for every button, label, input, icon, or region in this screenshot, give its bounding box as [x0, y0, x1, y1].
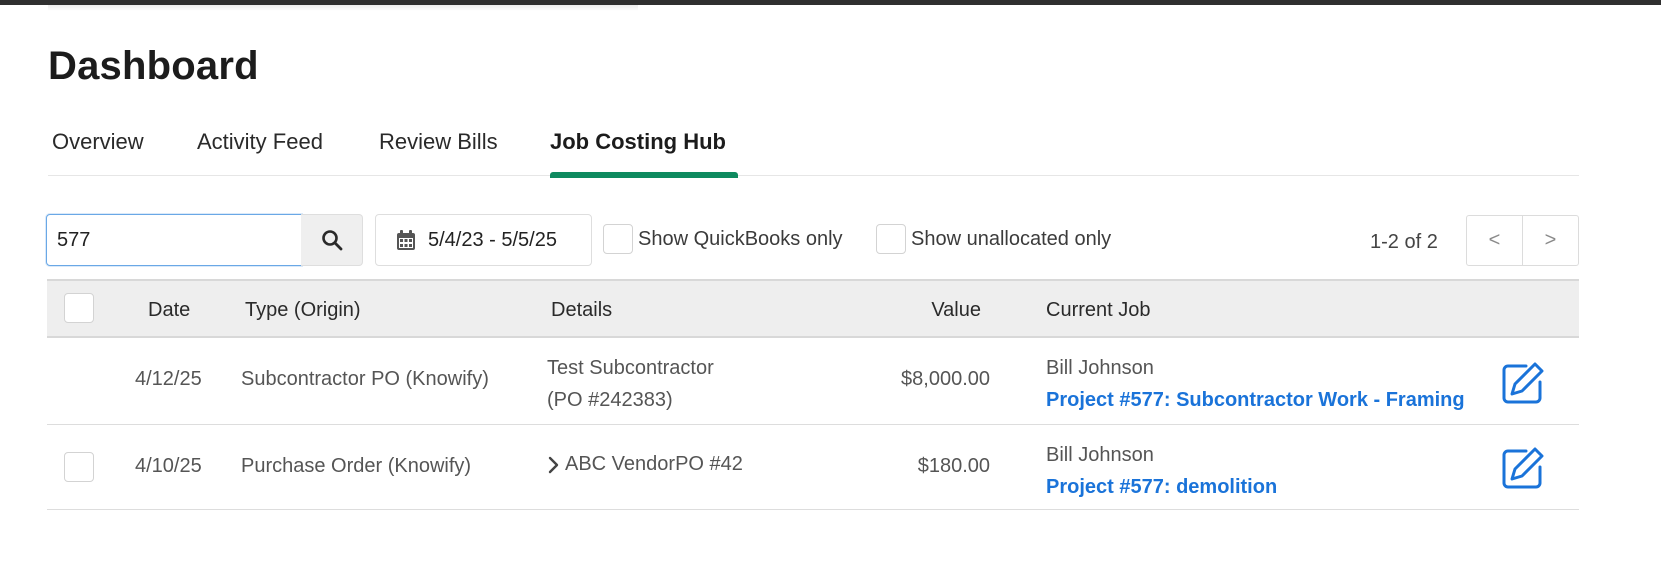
edit-job-button[interactable]: [1498, 358, 1548, 408]
row-value: $180.00: [917, 455, 990, 477]
row-details[interactable]: ABC VendorPO #42: [547, 453, 743, 476]
column-header-value[interactable]: Value: [931, 299, 981, 322]
row-job-client: Bill Johnson: [1046, 444, 1154, 466]
previous-page-button[interactable]: <: [1466, 215, 1523, 266]
table-row: 4/10/25 Purchase Order (Knowify) ABC Ven…: [47, 425, 1579, 510]
row-current-job: Bill Johnson Project #577: Subcontractor…: [1046, 352, 1465, 416]
tab-review-bills[interactable]: Review Bills: [379, 129, 498, 175]
tab-activity-feed[interactable]: Activity Feed: [197, 129, 323, 175]
show-quickbooks-toggle[interactable]: Show QuickBooks only: [603, 222, 843, 256]
calendar-icon: [397, 230, 415, 250]
date-range-button[interactable]: 5/4/23 - 5/5/25: [375, 214, 592, 266]
row-job-client: Bill Johnson: [1046, 357, 1154, 379]
next-page-button[interactable]: >: [1522, 215, 1579, 266]
row-details-name: ABC VendorPO #42: [565, 453, 743, 475]
column-header-date[interactable]: Date: [148, 299, 190, 322]
search-icon: [321, 230, 342, 251]
select-all-checkbox[interactable]: [64, 293, 94, 323]
tab-job-costing-hub[interactable]: Job Costing Hub: [550, 129, 738, 178]
page-title: Dashboard: [48, 44, 259, 88]
edit-icon: [1502, 362, 1544, 404]
row-details-name: Test Subcontractor: [547, 357, 714, 379]
row-job-link[interactable]: Project #577: Subcontractor Work - Frami…: [1046, 384, 1465, 416]
column-header-current-job[interactable]: Current Job: [1046, 299, 1151, 322]
column-header-type[interactable]: Type (Origin): [245, 299, 361, 322]
row-date: 4/10/25: [135, 455, 202, 477]
show-quickbooks-checkbox[interactable]: [603, 224, 633, 254]
top-bar-shadow: [48, 5, 638, 11]
row-type: Subcontractor PO (Knowify): [241, 368, 489, 390]
row-job-link[interactable]: Project #577: demolition: [1046, 471, 1277, 503]
dashboard-tabs: Overview Activity Feed Review Bills Job …: [48, 118, 1579, 178]
show-unallocated-label: Show unallocated only: [911, 227, 1112, 250]
row-current-job: Bill Johnson Project #577: demolition: [1046, 439, 1277, 503]
show-unallocated-checkbox[interactable]: [876, 224, 906, 254]
show-unallocated-toggle[interactable]: Show unallocated only: [876, 222, 1111, 256]
show-quickbooks-label: Show QuickBooks only: [638, 227, 843, 250]
column-header-details[interactable]: Details: [551, 299, 612, 322]
row-value: $8,000.00: [901, 368, 990, 390]
chevron-right-icon[interactable]: [547, 455, 559, 475]
search-input[interactable]: [46, 214, 302, 266]
pagination-summary: 1-2 of 2: [1370, 231, 1438, 253]
date-range-label: 5/4/23 - 5/5/25: [428, 228, 557, 251]
search-button[interactable]: [301, 214, 363, 266]
table-header: Date Type (Origin) Details Value Current…: [47, 279, 1579, 338]
tab-overview[interactable]: Overview: [52, 129, 144, 175]
edit-icon: [1502, 447, 1544, 489]
row-checkbox[interactable]: [64, 452, 94, 482]
edit-job-button[interactable]: [1498, 443, 1548, 493]
row-date: 4/12/25: [135, 368, 202, 390]
table-row: 4/12/25 Subcontractor PO (Knowify) Test …: [47, 338, 1579, 425]
row-details-po: (PO #242383): [547, 389, 673, 411]
row-type: Purchase Order (Knowify): [241, 455, 472, 477]
row-details: Test Subcontractor (PO #242383): [547, 352, 714, 416]
